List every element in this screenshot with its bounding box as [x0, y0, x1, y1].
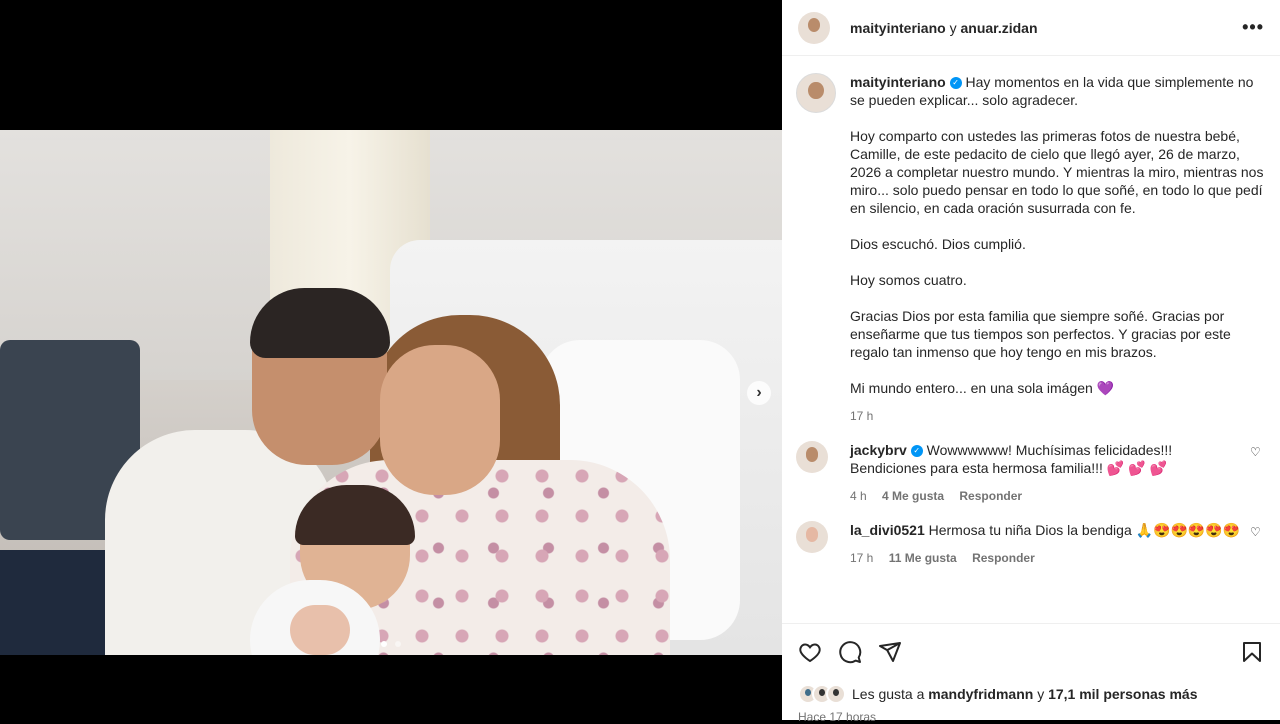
- comment-avatar[interactable]: [796, 441, 828, 473]
- share-icon[interactable]: [878, 640, 902, 664]
- author-avatar[interactable]: [798, 11, 830, 44]
- likes-prefix: Les gusta a: [852, 686, 925, 702]
- caption-text-4: Hoy somos cuatro.: [850, 272, 967, 288]
- save-icon[interactable]: [1240, 640, 1264, 664]
- photo-man-hair: [250, 288, 390, 358]
- comment-text: Hermosa tu niña Dios la bendiga 🙏😍😍😍😍😍: [928, 522, 1241, 538]
- liker-avatar-face: [832, 689, 840, 697]
- comment-avatar[interactable]: [796, 521, 828, 553]
- caption-entry: maityinteriano ✓ Hay momentos en la vida…: [796, 73, 1264, 425]
- post-header: maityinteriano y anuar.zidan •••: [782, 0, 1280, 56]
- media-panel: ›: [0, 0, 782, 720]
- likes-count[interactable]: 17,1 mil personas más: [1048, 686, 1197, 702]
- comment-avatar-face: [805, 527, 819, 542]
- caption-text-6: Mi mundo entero... en una sola imágen 💜: [850, 380, 1115, 396]
- caption-avatar[interactable]: [796, 73, 836, 113]
- comment-time[interactable]: 17 h: [850, 551, 873, 565]
- author-separator: y: [949, 19, 957, 36]
- liker-avatar: [826, 684, 846, 704]
- author-username-1[interactable]: maityinteriano: [850, 20, 946, 36]
- comment-avatar-face: [805, 447, 819, 462]
- comment-like-heart-icon[interactable]: ♡: [1250, 521, 1264, 567]
- comment-like-heart-icon[interactable]: ♡: [1250, 441, 1264, 505]
- caption-time[interactable]: 17 h: [850, 409, 873, 423]
- action-icons: [798, 640, 1264, 664]
- comment-likes[interactable]: 11 Me gusta: [889, 551, 957, 565]
- likes-summary: Les gusta a mandyfridmann y 17,1 mil per…: [798, 684, 1264, 704]
- post-time[interactable]: Hace 17 horas: [798, 710, 1264, 724]
- comment-likes[interactable]: 4 Me gusta: [882, 489, 944, 503]
- heart-icon[interactable]: [798, 640, 822, 664]
- caption-avatar-face: [808, 81, 824, 99]
- likes-connector: y: [1037, 686, 1045, 702]
- liker-avatars: [798, 684, 846, 704]
- author-avatar-face: [807, 17, 821, 33]
- comment-item: la_divi0521 Hermosa tu niña Dios la bend…: [796, 521, 1264, 567]
- comments-section[interactable]: maityinteriano ✓ Hay momentos en la vida…: [782, 57, 1280, 623]
- post-actions: Les gusta a mandyfridmann y 17,1 mil per…: [782, 623, 1280, 724]
- caption-text-5: Gracias Dios por esta familia que siempr…: [850, 308, 1231, 360]
- comment-username[interactable]: la_divi0521: [850, 522, 925, 538]
- comment-item: jackybrv ✓ Wowwwwww! Muchísimas felicida…: [796, 441, 1264, 505]
- comment-icon[interactable]: [838, 640, 862, 664]
- liker-avatar-face: [804, 689, 812, 697]
- carousel-dot-2: [394, 641, 401, 647]
- comment-reply-button[interactable]: Responder: [959, 489, 1022, 503]
- carousel-dot-1: [381, 641, 388, 647]
- post-photo[interactable]: [0, 130, 782, 655]
- verified-badge-icon: ✓: [910, 445, 923, 458]
- caption-text-2: Hoy comparto con ustedes las primeras fo…: [850, 128, 1264, 216]
- liker-avatar-face: [818, 689, 826, 697]
- post-authors: maityinteriano y anuar.zidan: [850, 20, 1038, 36]
- photo-woman-face: [380, 345, 500, 495]
- carousel-dots: [0, 635, 782, 650]
- caption-username[interactable]: maityinteriano: [850, 74, 946, 90]
- more-options-icon[interactable]: •••: [1242, 17, 1264, 38]
- author-username-2[interactable]: anuar.zidan: [960, 20, 1037, 36]
- comment-username[interactable]: jackybrv: [850, 442, 907, 458]
- verified-badge-icon: ✓: [949, 77, 962, 90]
- comment-time[interactable]: 4 h: [850, 489, 867, 503]
- caption-text-3: Dios escuchó. Dios cumplió.: [850, 236, 1026, 252]
- details-panel: maityinteriano y anuar.zidan ••• maityin…: [782, 0, 1280, 724]
- comment-reply-button[interactable]: Responder: [972, 551, 1035, 565]
- carousel-next-button[interactable]: ›: [747, 381, 771, 405]
- likes-user[interactable]: mandyfridmann: [928, 686, 1033, 702]
